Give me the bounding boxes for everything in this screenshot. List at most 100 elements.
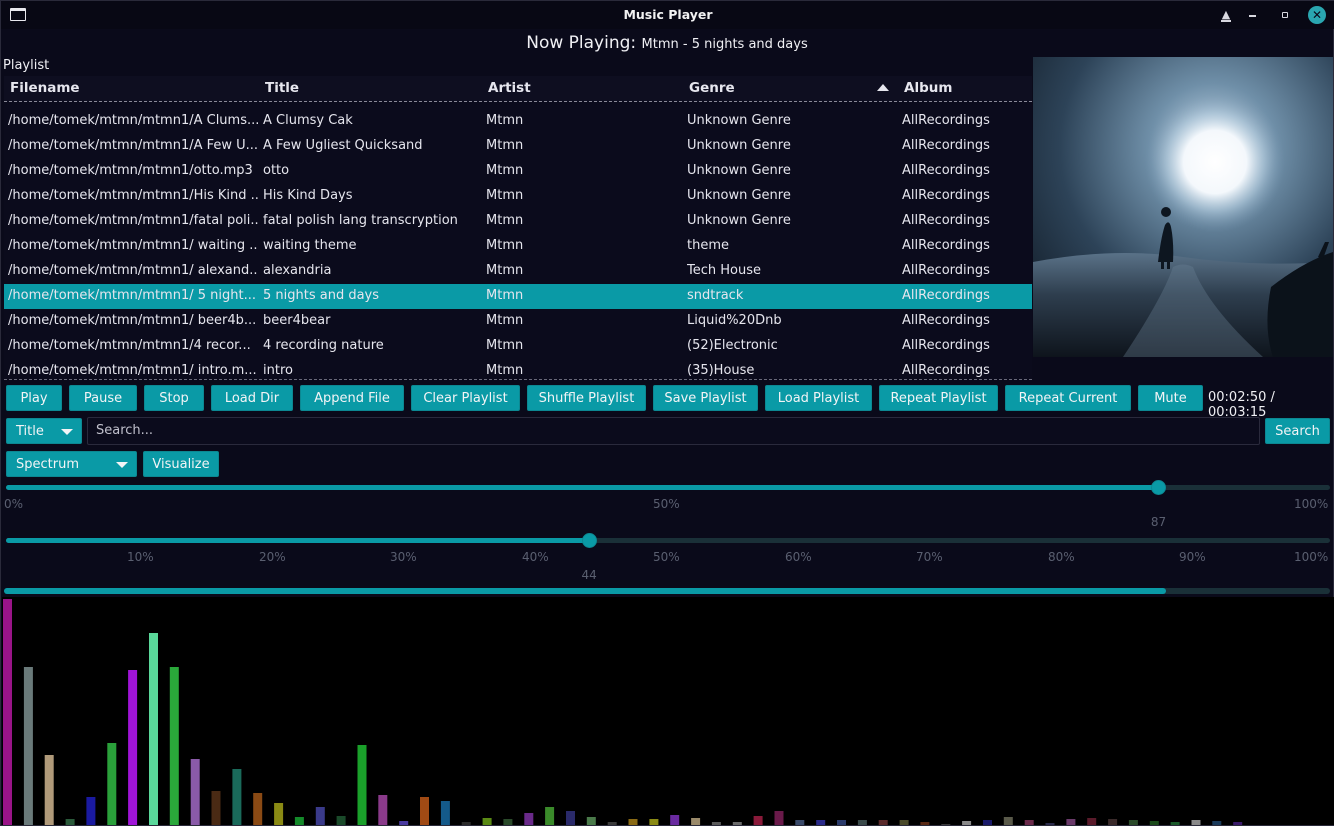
- search-field-select[interactable]: Title: [6, 418, 82, 444]
- minimize-icon[interactable]: [1244, 6, 1262, 24]
- play-button[interactable]: Play: [6, 385, 62, 411]
- spectrum-bar: [440, 801, 450, 825]
- position-tick-50: 50%: [653, 497, 680, 511]
- spectrum-bar: [1212, 821, 1222, 825]
- album-art-image: [1033, 57, 1333, 357]
- save-playlist-button[interactable]: Save Playlist: [653, 385, 758, 411]
- album-art-scene: [1033, 57, 1333, 357]
- table-row[interactable]: /home/tomek/mtmn/mtmn1/otto.mp3 otto Mtm…: [4, 159, 1032, 184]
- table-row[interactable]: /home/tomek/mtmn/mtmn1/ alexand... alexa…: [4, 259, 1032, 284]
- cell-filename: /home/tomek/mtmn/mtmn1/ intro.m...: [8, 363, 257, 378]
- time-readout: 00:02:50 / 00:03:15: [1208, 390, 1275, 420]
- cell-artist: Mtmn: [486, 238, 524, 253]
- spectrum-bar: [503, 819, 513, 825]
- repeat-playlist-button[interactable]: Repeat Playlist: [879, 385, 998, 411]
- volume-slider[interactable]: [6, 538, 1330, 543]
- spectrum-bar: [420, 797, 429, 825]
- cell-filename: /home/tomek/mtmn/mtmn1/fatal poli...: [8, 213, 258, 228]
- cell-filename: /home/tomek/mtmn/mtmn1/4 recor...: [8, 338, 251, 353]
- cell-filename: /home/tomek/mtmn/mtmn1/otto.mp3: [8, 163, 253, 178]
- spectrum-bar: [920, 822, 930, 825]
- cell-title: His Kind Days: [263, 188, 353, 203]
- volume-tick: 90%: [1179, 550, 1206, 564]
- table-row[interactable]: /home/tomek/mtmn/mtmn1/ waiting ... wait…: [4, 234, 1032, 259]
- pause-button[interactable]: Pause: [69, 385, 137, 411]
- spectrum-bar: [983, 820, 992, 825]
- cell-album: AllRecordings: [902, 288, 990, 303]
- cell-filename: /home/tomek/mtmn/mtmn1/ beer4b...: [8, 313, 257, 328]
- table-row[interactable]: /home/tomek/mtmn/mtmn1/His Kind ... His …: [4, 184, 1032, 209]
- append-file-button[interactable]: Append File: [300, 385, 404, 411]
- mute-button[interactable]: Mute: [1138, 385, 1203, 411]
- stop-button[interactable]: Stop: [144, 385, 204, 411]
- spectrum-bar: [378, 795, 388, 825]
- table-row[interactable]: /home/tomek/mtmn/mtmn1/4 recor... 4 reco…: [4, 334, 1032, 359]
- partial-table-row[interactable]: [4, 90, 1032, 102]
- spectrum-bar: [315, 807, 325, 825]
- playlist-table[interactable]: Filename Title Artist Genre Album /home/…: [4, 76, 1032, 380]
- spectrum-bar: [837, 820, 846, 825]
- load-dir-button[interactable]: Load Dir: [211, 385, 293, 411]
- spectrum-bar: [399, 821, 409, 825]
- spectrum-bar: [294, 817, 304, 825]
- cell-artist: Mtmn: [486, 338, 524, 353]
- spectrum-bar: [711, 822, 721, 825]
- table-row-selected[interactable]: /home/tomek/mtmn/mtmn1/ 5 night... 5 nig…: [4, 284, 1032, 309]
- cell-genre: Tech House: [687, 263, 761, 278]
- table-row[interactable]: /home/tomek/mtmn/mtmn1/ beer4b... beer4b…: [4, 309, 1032, 334]
- clear-playlist-button[interactable]: Clear Playlist: [411, 385, 520, 411]
- position-slider[interactable]: [6, 485, 1330, 490]
- spectrum-bar: [1149, 821, 1159, 825]
- cell-genre: sndtrack: [687, 288, 744, 303]
- cell-genre: (52)Electronic: [687, 338, 778, 353]
- title-bar[interactable]: Music Player ▲ ✕: [1, 1, 1334, 29]
- maximize-icon[interactable]: [1276, 6, 1294, 24]
- cell-title: fatal polish lang transcryption: [263, 213, 458, 228]
- spectrum-bar: [3, 599, 12, 825]
- spectrum-bar: [732, 822, 742, 825]
- search-input[interactable]: Search...: [87, 417, 1260, 445]
- visualize-button[interactable]: Visualize: [143, 451, 219, 477]
- cell-genre: (35)House: [687, 363, 755, 378]
- window-title: Music Player: [623, 7, 713, 22]
- spectrum-bar: [1087, 818, 1097, 825]
- repeat-current-button[interactable]: Repeat Current: [1005, 385, 1131, 411]
- spectrum-bar: [753, 816, 763, 825]
- volume-slider-value: 44: [581, 568, 597, 582]
- cell-artist: Mtmn: [486, 163, 524, 178]
- table-row[interactable]: /home/tomek/mtmn/mtmn1/A Clums... A Clum…: [4, 109, 1032, 134]
- spectrum-bar: [274, 803, 284, 825]
- cell-genre: Liquid%20Dnb: [687, 313, 782, 328]
- cell-filename: /home/tomek/mtmn/mtmn1/ waiting ...: [8, 238, 258, 253]
- volume-slider-fill: [6, 538, 589, 543]
- cell-title: otto: [263, 163, 290, 178]
- spectrum-bar: [586, 817, 596, 825]
- spectrum-bar: [941, 824, 951, 825]
- volume-tick: 80%: [1048, 550, 1075, 564]
- playback-progress-fill: [4, 588, 1166, 594]
- cell-album: AllRecordings: [902, 313, 990, 328]
- search-field-selected: Title: [16, 424, 44, 439]
- close-icon[interactable]: ✕: [1308, 6, 1326, 24]
- spectrum-visualizer: [2, 597, 1334, 825]
- cell-artist: Mtmn: [486, 138, 524, 153]
- search-button[interactable]: Search: [1265, 418, 1330, 444]
- position-tick-0: 0%: [4, 497, 24, 511]
- table-row[interactable]: /home/tomek/mtmn/mtmn1/ intro.m... intro…: [4, 359, 1032, 379]
- table-row[interactable]: /home/tomek/mtmn/mtmn1/A Few U... A Few …: [4, 134, 1032, 159]
- position-slider-handle[interactable]: [1150, 480, 1166, 495]
- visualizer-type-selected: Spectrum: [16, 457, 79, 472]
- volume-slider-handle[interactable]: [581, 533, 597, 548]
- load-playlist-button[interactable]: Load Playlist: [765, 385, 872, 411]
- spectrum-bar: [1045, 823, 1055, 825]
- cell-album: AllRecordings: [902, 263, 990, 278]
- volume-tick: 10%: [127, 550, 154, 564]
- visualizer-type-select[interactable]: Spectrum: [6, 451, 137, 477]
- cell-genre: Unknown Genre: [687, 113, 791, 128]
- shuffle-playlist-button[interactable]: Shuffle Playlist: [527, 385, 646, 411]
- spectrum-bar: [44, 755, 54, 825]
- table-row[interactable]: /home/tomek/mtmn/mtmn1/fatal poli... fat…: [4, 209, 1032, 234]
- cell-filename: /home/tomek/mtmn/mtmn1/A Clums...: [8, 113, 258, 128]
- keep-above-icon[interactable]: ▲: [1217, 6, 1235, 24]
- now-playing-track: Mtmn - 5 nights and days: [641, 37, 808, 52]
